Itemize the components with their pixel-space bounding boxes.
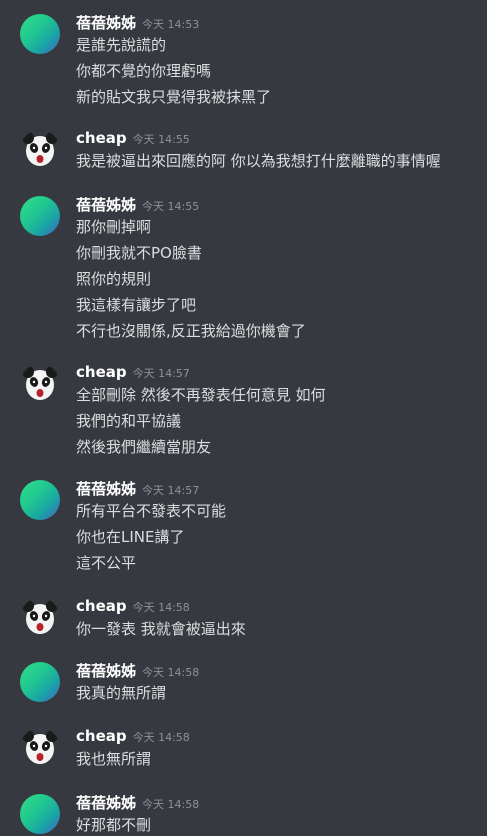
author-name[interactable]: cheap bbox=[76, 597, 127, 615]
panda-icon bbox=[22, 730, 58, 764]
user-avatar[interactable] bbox=[20, 794, 60, 834]
message-header: cheap 今天 14:55 bbox=[76, 128, 190, 147]
message-text: 你一發表 我就會被逼出來 bbox=[76, 620, 246, 638]
author-name[interactable]: cheap bbox=[76, 363, 127, 381]
message-timestamp: 今天 14:58 bbox=[132, 601, 190, 614]
message-header: 蓓蓓姊姊 今天 14:58 bbox=[76, 660, 199, 681]
message-timestamp: 今天 14:58 bbox=[142, 798, 200, 811]
message-text: 是誰先說謊的 bbox=[76, 36, 167, 54]
user-avatar[interactable] bbox=[20, 598, 60, 638]
user-avatar[interactable] bbox=[20, 364, 60, 404]
author-name[interactable]: cheap bbox=[76, 129, 127, 147]
panda-icon bbox=[22, 132, 58, 166]
message-text: 我真的無所謂 bbox=[76, 684, 167, 702]
message-text: 不行也沒關係,反正我給過你機會了 bbox=[76, 322, 306, 340]
message-text: 照你的規則 bbox=[76, 270, 152, 288]
user-avatar[interactable] bbox=[20, 196, 60, 236]
message-header: 蓓蓓姊姊 今天 14:58 bbox=[76, 792, 199, 813]
message-header: cheap 今天 14:58 bbox=[76, 596, 190, 615]
message-text: 然後我們繼續當朋友 bbox=[76, 438, 212, 456]
message-header: cheap 今天 14:58 bbox=[76, 726, 190, 745]
user-avatar[interactable] bbox=[20, 728, 60, 768]
author-name[interactable]: 蓓蓓姊姊 bbox=[76, 14, 136, 32]
user-avatar[interactable] bbox=[20, 14, 60, 54]
message-timestamp: 今天 14:58 bbox=[142, 666, 200, 679]
message-header: 蓓蓓姊姊 今天 14:53 bbox=[76, 12, 199, 33]
message-text: 這不公平 bbox=[76, 554, 137, 572]
message-header: 蓓蓓姊姊 今天 14:57 bbox=[76, 478, 199, 499]
user-avatar[interactable] bbox=[20, 130, 60, 170]
message-text: 那你刪掉啊 bbox=[76, 218, 152, 236]
author-name[interactable]: 蓓蓓姊姊 bbox=[76, 480, 136, 498]
message-text: 新的貼文我只覺得我被抹黑了 bbox=[76, 88, 272, 106]
user-avatar[interactable] bbox=[20, 662, 60, 702]
message-text: 我也無所謂 bbox=[76, 750, 152, 768]
author-name[interactable]: 蓓蓓姊姊 bbox=[76, 196, 136, 214]
message-header: cheap 今天 14:57 bbox=[76, 362, 190, 381]
message-text: 我是被逼出來回應的阿 你以為我想打什麼離職的事情喔 bbox=[76, 152, 441, 170]
message-timestamp: 今天 14:55 bbox=[132, 133, 190, 146]
message-text: 所有平台不發表不可能 bbox=[76, 502, 227, 520]
panda-icon bbox=[22, 600, 58, 634]
message-text: 你刪我就不PO臉書 bbox=[76, 244, 202, 262]
message-text: 我們的和平協議 bbox=[76, 412, 182, 430]
message-timestamp: 今天 14:57 bbox=[132, 367, 190, 380]
message-timestamp: 今天 14:55 bbox=[142, 200, 200, 213]
message-timestamp: 今天 14:53 bbox=[142, 18, 200, 31]
message-text: 好那都不刪 bbox=[76, 816, 152, 834]
message-timestamp: 今天 14:58 bbox=[132, 731, 190, 744]
user-avatar[interactable] bbox=[20, 480, 60, 520]
message-text: 你都不覺的你理虧嗎 bbox=[76, 62, 212, 80]
message-timestamp: 今天 14:57 bbox=[142, 484, 200, 497]
message-text: 全部刪除 然後不再發表任何意見 如何 bbox=[76, 386, 326, 404]
author-name[interactable]: 蓓蓓姊姊 bbox=[76, 662, 136, 680]
message-text: 你也在LINE講了 bbox=[76, 528, 185, 546]
message-header: 蓓蓓姊姊 今天 14:55 bbox=[76, 194, 199, 215]
chat-message-list: 蓓蓓姊姊 今天 14:53 是誰先說謊的 你都不覺的你理虧嗎 新的貼文我只覺得我被… bbox=[0, 0, 487, 836]
message-text: 我這樣有讓步了吧 bbox=[76, 296, 197, 314]
author-name[interactable]: cheap bbox=[76, 727, 127, 745]
panda-icon bbox=[22, 366, 58, 400]
author-name[interactable]: 蓓蓓姊姊 bbox=[76, 794, 136, 812]
